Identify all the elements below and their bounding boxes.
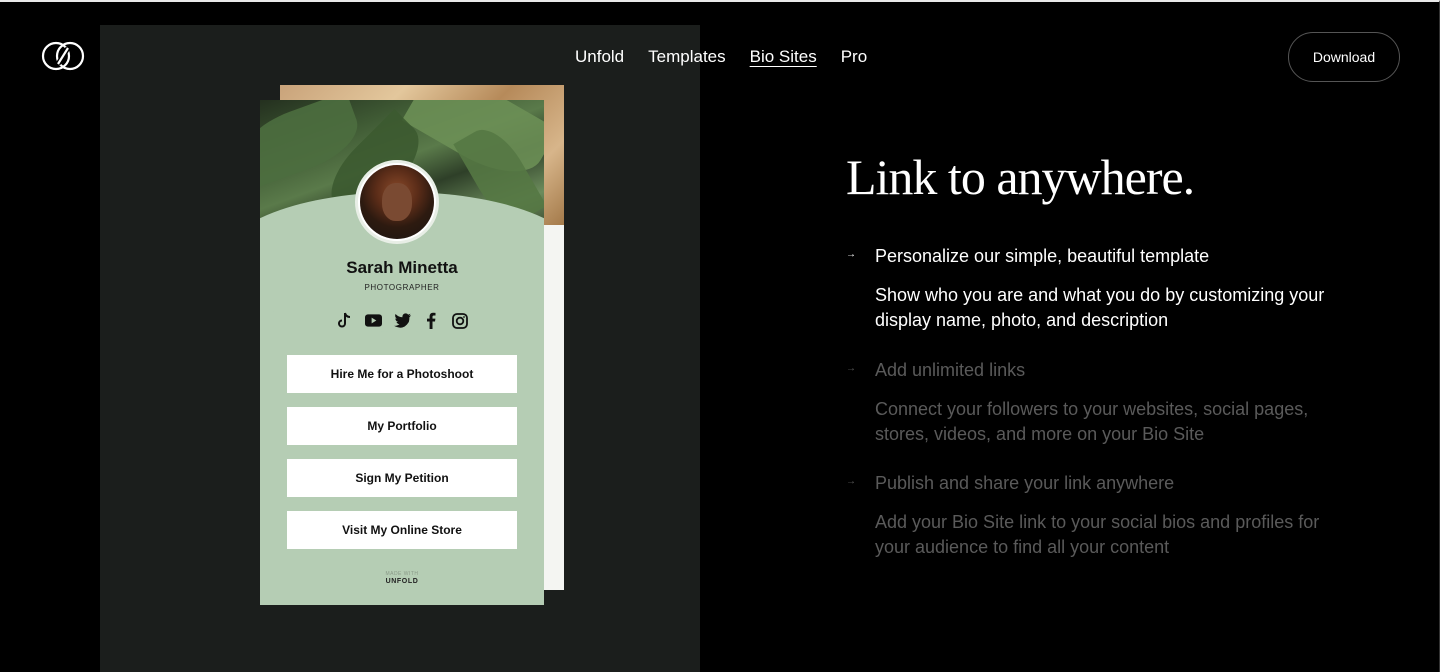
avatar-photo bbox=[360, 165, 434, 239]
arrow-right-icon: → bbox=[846, 476, 856, 487]
nav-bio-sites[interactable]: Bio Sites bbox=[750, 46, 817, 68]
social-icons bbox=[260, 312, 544, 329]
nav-templates[interactable]: Templates bbox=[648, 46, 725, 68]
profile-name: Sarah Minetta bbox=[346, 258, 458, 277]
tiktok-icon[interactable] bbox=[336, 312, 353, 329]
link-button-store[interactable]: Visit My Online Store bbox=[287, 511, 517, 549]
link-button-petition[interactable]: Sign My Petition bbox=[287, 459, 517, 497]
nav-pro[interactable]: Pro bbox=[841, 46, 867, 68]
youtube-icon[interactable] bbox=[364, 312, 382, 329]
bio-site-card: Sarah Minetta PHOTOGRAPHER Hire Me for a… bbox=[260, 100, 544, 605]
feature-title: Add unlimited links bbox=[875, 360, 1026, 380]
nav-unfold[interactable]: Unfold bbox=[575, 46, 624, 68]
feature-description: Connect your followers to your websites,… bbox=[875, 399, 1309, 444]
feature-description: Show who you are and what you do by cust… bbox=[875, 285, 1325, 330]
link-button-portfolio[interactable]: My Portfolio bbox=[287, 407, 517, 445]
avatar bbox=[355, 160, 439, 244]
made-with-brand: UNFOLD bbox=[385, 578, 419, 585]
made-with-label: MADE WITH bbox=[385, 571, 419, 577]
facebook-icon[interactable] bbox=[423, 312, 440, 329]
twitter-icon[interactable] bbox=[393, 312, 411, 329]
unfold-logo-icon[interactable] bbox=[40, 40, 86, 72]
instagram-icon[interactable] bbox=[452, 312, 469, 329]
profile-role: PHOTOGRAPHER bbox=[364, 283, 440, 292]
main-nav: Unfold Templates Bio Sites Pro bbox=[575, 46, 891, 68]
feature-title: Personalize our simple, beautiful templa… bbox=[875, 246, 1210, 266]
arrow-right-icon: → bbox=[846, 363, 856, 374]
page-headline: Link to anywhere. bbox=[846, 149, 1195, 205]
feature-description: Add your Bio Site link to your social bi… bbox=[875, 512, 1320, 557]
download-button[interactable]: Download bbox=[1288, 32, 1400, 82]
link-button-photoshoot[interactable]: Hire Me for a Photoshoot bbox=[287, 355, 517, 393]
feature-title: Publish and share your link anywhere bbox=[875, 473, 1175, 493]
arrow-right-icon: → bbox=[846, 249, 856, 260]
